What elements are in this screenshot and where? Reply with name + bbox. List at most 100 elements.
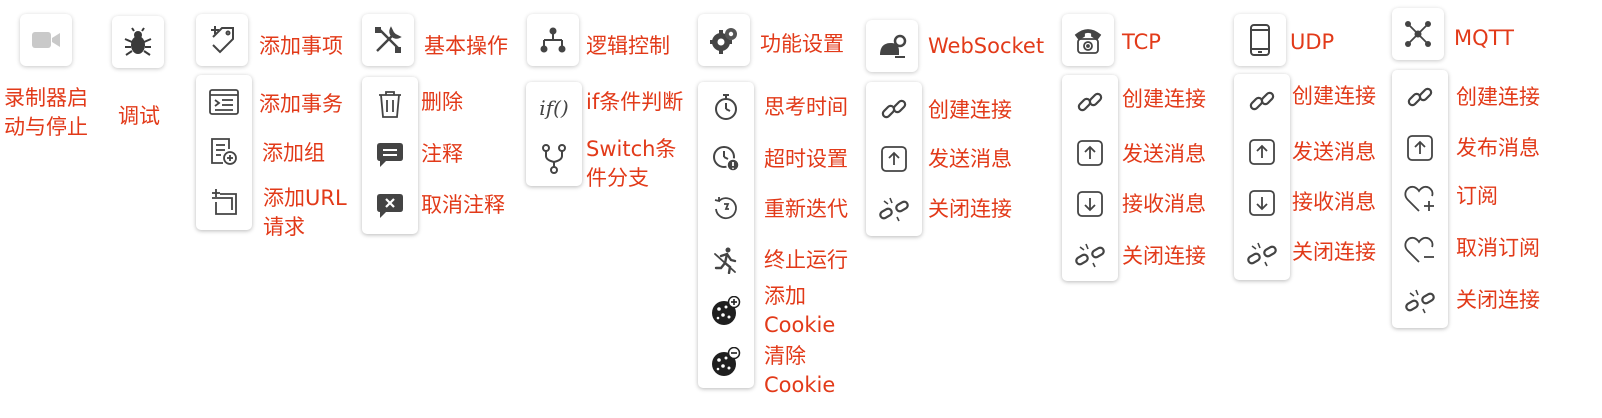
comment-icon	[376, 142, 404, 168]
link-icon	[1077, 89, 1103, 115]
basic-ops-button[interactable]	[362, 14, 414, 66]
recorder-toggle-button[interactable]	[20, 14, 72, 66]
basic-ops-menu	[362, 77, 418, 234]
debug-label: 调试	[118, 104, 160, 128]
upload-box-icon	[881, 146, 907, 172]
transaction-icon	[209, 89, 239, 115]
timeout-settings-item[interactable]	[698, 133, 754, 183]
websocket-button[interactable]	[866, 20, 918, 72]
tcp-label: TCP	[1122, 30, 1161, 54]
think-time-label: 思考时间	[764, 95, 848, 119]
udp-send-message-item[interactable]	[1234, 127, 1290, 177]
websocket-menu	[866, 82, 922, 236]
if-function-icon: if()	[539, 96, 569, 120]
add-item-menu	[196, 75, 252, 230]
ws-close-connection-item[interactable]	[866, 184, 922, 234]
udp-button[interactable]	[1234, 14, 1286, 66]
comment-item[interactable]	[362, 130, 418, 180]
if-condition-label: if条件判断	[586, 90, 684, 114]
add-url-request-icon	[210, 188, 238, 216]
if-condition-item[interactable]: if()	[526, 83, 582, 133]
branch-icon	[541, 144, 567, 174]
mqtt-network-icon	[1404, 20, 1432, 48]
add-cookie-item[interactable]	[698, 286, 754, 336]
ws-send-message-label: 发送消息	[928, 147, 1012, 171]
websocket-icon	[877, 33, 907, 59]
mqtt-subscribe-item[interactable]	[1392, 174, 1448, 224]
tcp-button[interactable]	[1062, 14, 1114, 66]
function-settings-label: 功能设置	[760, 32, 844, 56]
udp-create-connection-label: 创建连接	[1292, 84, 1376, 108]
logic-control-label: 逻辑控制	[586, 34, 670, 58]
udp-close-connection-item[interactable]	[1234, 229, 1290, 279]
add-cookie-label: 添加Cookie	[764, 284, 836, 337]
upload-box-icon	[1077, 140, 1103, 166]
heart-add-icon	[1404, 185, 1436, 213]
mqtt-unsubscribe-item[interactable]	[1392, 225, 1448, 275]
mqtt-button[interactable]	[1392, 8, 1444, 60]
uncomment-item[interactable]	[362, 181, 418, 231]
broken-link-icon	[1075, 241, 1105, 269]
link-icon	[881, 96, 907, 122]
add-tag-icon	[208, 25, 236, 55]
udp-create-connection-item[interactable]	[1234, 76, 1290, 126]
switch-branch-label: Switch条件分支	[586, 137, 677, 190]
tcp-close-connection-item[interactable]	[1062, 230, 1118, 280]
mqtt-publish-message-item[interactable]	[1392, 123, 1448, 173]
tcp-send-message-item[interactable]	[1062, 128, 1118, 178]
udp-close-connection-label: 关闭连接	[1292, 240, 1376, 264]
add-transaction-item[interactable]	[196, 77, 252, 127]
ws-send-message-item[interactable]	[866, 134, 922, 184]
tcp-create-connection-item[interactable]	[1062, 77, 1118, 127]
trash-icon	[378, 90, 402, 118]
hierarchy-icon	[539, 26, 567, 54]
tcp-close-connection-label: 关闭连接	[1122, 244, 1206, 268]
udp-receive-message-label: 接收消息	[1292, 190, 1376, 214]
mqtt-publish-message-label: 发布消息	[1456, 136, 1540, 160]
add-item-button[interactable]	[196, 14, 248, 66]
tcp-create-connection-label: 创建连接	[1122, 87, 1206, 111]
mqtt-create-connection-label: 创建连接	[1456, 85, 1540, 109]
stop-running-icon	[713, 246, 739, 274]
add-group-item[interactable]	[196, 127, 252, 177]
download-box-icon	[1249, 190, 1275, 216]
mqtt-close-connection-item[interactable]	[1392, 276, 1448, 326]
delete-item[interactable]	[362, 79, 418, 129]
mqtt-label: MQTT	[1454, 26, 1514, 50]
broken-link-icon	[1405, 287, 1435, 315]
udp-receive-message-item[interactable]	[1234, 178, 1290, 228]
clear-cookie-item[interactable]	[698, 337, 754, 387]
add-group-label: 添加组	[262, 141, 325, 165]
add-transaction-label: 添加事务	[259, 92, 343, 116]
tcp-menu	[1062, 75, 1118, 281]
logic-control-button[interactable]	[527, 14, 579, 66]
stopwatch-icon	[713, 93, 739, 121]
function-settings-button[interactable]	[698, 14, 750, 66]
restart-iteration-item[interactable]	[698, 184, 754, 234]
link-icon	[1249, 88, 1275, 114]
add-url-request-label: 添加URL请求	[263, 186, 347, 239]
gears-icon	[709, 26, 739, 54]
ws-close-connection-label: 关闭连接	[928, 197, 1012, 221]
add-url-request-item[interactable]	[196, 177, 252, 227]
mqtt-menu	[1392, 70, 1448, 328]
function-settings-menu	[698, 82, 754, 388]
add-cookie-icon	[711, 296, 741, 326]
timeout-settings-label: 超时设置	[764, 147, 848, 171]
restart-iteration-label: 重新迭代	[764, 197, 848, 221]
clear-cookie-icon	[711, 347, 741, 377]
ws-create-connection-label: 创建连接	[928, 98, 1012, 122]
stop-running-item[interactable]	[698, 235, 754, 285]
upload-box-icon	[1249, 139, 1275, 165]
ws-create-connection-item[interactable]	[866, 84, 922, 134]
debug-button[interactable]	[112, 16, 164, 68]
upload-box-icon	[1407, 135, 1433, 161]
think-time-item[interactable]	[698, 82, 754, 132]
tcp-receive-message-item[interactable]	[1062, 179, 1118, 229]
mqtt-create-connection-item[interactable]	[1392, 72, 1448, 122]
stop-running-label: 终止运行	[764, 248, 848, 272]
add-group-icon	[209, 137, 239, 167]
telephone-icon	[1073, 25, 1103, 55]
switch-branch-item[interactable]	[526, 134, 582, 184]
comment-label: 注释	[421, 142, 463, 166]
